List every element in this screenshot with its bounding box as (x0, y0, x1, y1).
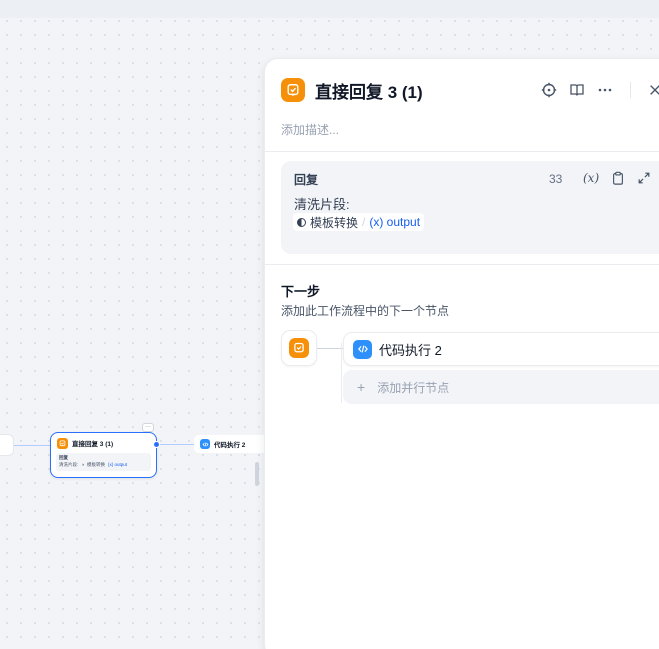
next-node-label: 代码执行 2 (379, 342, 442, 358)
close-icon[interactable] (645, 80, 659, 100)
add-parallel-node-button[interactable]: + 添加并行节点 (343, 370, 659, 404)
node-detail-panel: 直接回复 3 (1) 添加描述... 回复 33 (x) 清洗片段: 模板转换 (264, 58, 659, 649)
half-circle-icon: ◑ (81, 462, 84, 467)
next-step-title: 下一步 (281, 284, 321, 299)
var-source: 模板转换 (310, 215, 359, 230)
connector-line (317, 348, 343, 349)
reply-editor[interactable]: 回复 33 (x) 清洗片段: 模板转换 / (x) output (281, 161, 659, 254)
insert-variable-button[interactable]: (x) (583, 171, 599, 185)
current-node-icon (281, 330, 317, 366)
reply-node-icon (289, 338, 309, 358)
mini-text: 清洗片段: (59, 462, 79, 467)
edge-out (160, 444, 194, 445)
panel-title[interactable]: 直接回复 3 (1) (315, 78, 423, 103)
mini-node-title: 直接回复 3 (1) (72, 441, 114, 448)
plus-icon: + (357, 379, 366, 395)
description-input[interactable]: 添加描述... (281, 121, 339, 138)
mini-var-source: 模板转换 (86, 462, 105, 467)
crosshair-icon[interactable] (539, 80, 559, 100)
reply-label: 回复 (294, 173, 319, 187)
next-step-description: 添加此工作流程中的下一个节点 (281, 304, 450, 318)
mini-code-node[interactable]: 代码执行 2 (194, 435, 274, 453)
mini-code-title: 代码执行 2 (214, 442, 246, 449)
divider (265, 151, 659, 152)
next-node-code-exec[interactable]: 代码执行 2 (343, 332, 659, 366)
edge-in (14, 445, 50, 446)
char-count: 33 (549, 172, 563, 186)
clipboard-icon[interactable] (610, 170, 626, 186)
code-node-icon (200, 439, 210, 449)
top-bar (0, 0, 659, 18)
more-icon[interactable]: ··· (142, 423, 154, 432)
branch-line (341, 343, 342, 403)
mini-node-body: 回复 清洗片段: ◑ 模板转换 {x} output (56, 453, 151, 471)
header-divider (630, 82, 631, 98)
reply-node-icon (281, 78, 305, 102)
divider (265, 264, 659, 265)
more-icon[interactable] (595, 80, 615, 100)
expand-icon[interactable] (636, 170, 652, 186)
mini-answer-node[interactable]: ··· 直接回复 3 (1) 回复 清洗片段: ◑ 模板转换 {x} outpu… (50, 423, 160, 478)
variable-tag[interactable]: 模板转换 / (x) output (293, 213, 425, 231)
add-parallel-label: 添加并行节点 (377, 380, 450, 395)
mini-var-name: {x} output (107, 462, 127, 467)
book-icon[interactable] (567, 80, 587, 100)
reply-text: 清洗片段: (294, 197, 350, 212)
template-transform-icon (297, 217, 306, 227)
scrollbar[interactable] (255, 462, 259, 486)
code-icon (353, 339, 372, 359)
panel-header: 直接回复 3 (1) (281, 77, 659, 103)
reply-node-icon (57, 437, 68, 449)
output-handle[interactable] (153, 441, 160, 448)
var-name: (x) output (369, 215, 421, 229)
previous-node[interactable] (0, 434, 14, 456)
var-slash: / (362, 215, 366, 229)
